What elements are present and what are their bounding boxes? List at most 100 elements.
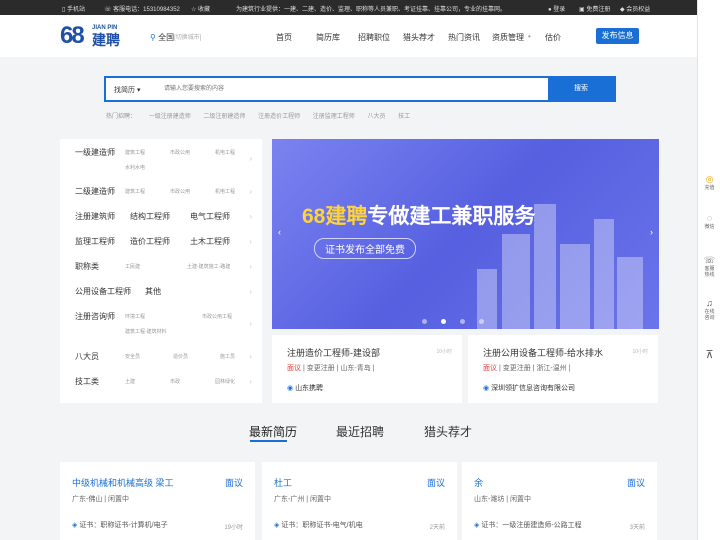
category-sub[interactable]: 建筑工程-建筑材料 — [125, 328, 167, 335]
hot-item[interactable]: 技工 — [398, 114, 410, 120]
job-card[interactable]: 注册造价工程师-建设部 10小时 面议 | 变更注册 | 山东-青岛 | ◉ 山… — [272, 335, 462, 403]
category-title[interactable]: 职称类 — [75, 261, 99, 272]
category-panel: 一级建造师 建筑工程 市政公用 机电工程 水利水电 › 二级建造师 建筑工程 市… — [60, 139, 262, 403]
chevron-right-icon: › — [249, 319, 252, 328]
resume-salary: 面议 — [224, 478, 243, 488]
hot-item[interactable]: 二级注册建造师 — [203, 114, 245, 120]
category-sub[interactable]: 机电工程 — [215, 188, 235, 195]
category-sub[interactable]: 安全员 — [125, 353, 140, 360]
promo-banner[interactable]: 68建聘专做建工兼职服务 证书发布全部免费 ‹ › — [272, 139, 659, 329]
category-civil[interactable]: 土木工程师 — [190, 236, 230, 247]
location-city: 全国 — [158, 33, 175, 42]
category-other[interactable]: 其他 — [145, 286, 161, 297]
resume-card[interactable]: 余 面议 山东-潍坊 | 闲置中 ◈ 证书：一级注册建造师-公路工程 3天前 — [462, 462, 657, 540]
category-consultant[interactable]: 注册咨询师 — [75, 311, 115, 322]
category-sub[interactable]: 施工员 — [220, 353, 235, 360]
banner-dot[interactable] — [422, 319, 427, 324]
nav-resume-library[interactable]: 简历库 — [316, 32, 340, 43]
category-sub[interactable]: 园林绿化 — [215, 378, 235, 385]
back-to-top-icon[interactable]: ⊼ — [698, 350, 720, 361]
job-card[interactable]: 注册公用设备工程师-给水排水 10小时 面议 | 变更注册 | 浙江-温州 | … — [468, 335, 658, 403]
banner-dot-active[interactable] — [441, 319, 446, 324]
side-online[interactable]: ♫ 在线咨询 — [698, 298, 720, 321]
side-wechat[interactable]: ◌ 微信 — [698, 213, 720, 230]
category-architect[interactable]: 注册建筑师 — [75, 211, 115, 222]
category-sub[interactable]: 市政公用工程 — [202, 313, 232, 320]
category-sub[interactable]: 建筑工程 — [125, 188, 145, 195]
login-link[interactable]: ● 登录 — [548, 4, 565, 13]
category-sub[interactable]: 土建 — [125, 378, 135, 385]
chevron-right-icon: › — [249, 262, 252, 271]
category-sub[interactable]: 建筑工程 — [125, 149, 145, 156]
job-company[interactable]: ◉ 山东携聘 — [287, 383, 323, 393]
hot-item[interactable]: 注册造价工程师 — [258, 114, 300, 120]
site-logo[interactable]: 68 JIAN PIN 建聘 — [60, 24, 134, 49]
nav-home[interactable]: 首页 — [276, 32, 292, 43]
tab-latest-resumes[interactable]: 最新简历 — [249, 423, 297, 440]
category-sub[interactable]: 土建-建筑施工-路建 — [187, 263, 230, 270]
building-graphic — [560, 244, 590, 329]
category-sub[interactable]: 造价员 — [173, 353, 188, 360]
category-structural[interactable]: 结构工程师 — [130, 211, 170, 222]
mobile-site-link[interactable]: ▯ 手机站 — [62, 4, 85, 13]
resume-title[interactable]: 杜工 — [274, 476, 292, 489]
nav-jobs[interactable]: 招聘职位 — [358, 32, 390, 43]
resume-card[interactable]: 杜工 面议 广东-广州 | 闲置中 ◈ 证书：职称证书-电气/机电 2天前 — [262, 462, 457, 540]
tab-recent-jobs[interactable]: 最近招聘 — [336, 423, 384, 440]
job-title[interactable]: 注册公用设备工程师-给水排水 — [483, 346, 603, 359]
register-link[interactable]: ▣ 免费注册 — [579, 4, 610, 13]
resume-salary: 面议 — [626, 478, 645, 488]
nav-valuation[interactable]: 估价 — [545, 32, 561, 43]
category-first-constructor[interactable]: 一级建造师 — [75, 147, 115, 158]
category-electrical[interactable]: 电气工程师 — [190, 211, 230, 222]
side-recharge[interactable]: ◎ 充值 — [698, 174, 720, 191]
category-technician[interactable]: 技工类 — [75, 376, 99, 387]
category-utility[interactable]: 公用设备工程师 — [75, 286, 131, 297]
category-sub[interactable]: 市政公用 — [170, 188, 190, 195]
nav-qualification[interactable]: 资质管理 — [492, 32, 524, 43]
search-button[interactable]: 搜索 — [548, 78, 614, 100]
chevron-right-icon: › — [249, 287, 252, 296]
banner-prev-icon[interactable]: ‹ — [278, 227, 281, 237]
category-sub[interactable]: 水利水电 — [125, 164, 145, 171]
hotline-text: ☏ 客服电话：15310984352 — [104, 7, 180, 13]
nav-headhunting[interactable]: 猎头荐才 — [403, 32, 435, 43]
tab-headhunting[interactable]: 猎头荐才 — [424, 423, 472, 440]
resume-title[interactable]: 余 — [474, 476, 483, 489]
hot-item[interactable]: 八大员 — [367, 114, 385, 120]
search-type-select[interactable]: 找简历 ▾ — [114, 85, 140, 95]
publish-button[interactable]: 发布信息 — [596, 28, 639, 44]
category-sub[interactable]: 工民建 — [125, 263, 140, 270]
nav-news[interactable]: 热门资讯 — [448, 32, 480, 43]
location-pin-icon: ⚲ — [150, 33, 156, 42]
hot-item[interactable]: 一级注册建造师 — [149, 114, 191, 120]
banner-next-icon[interactable]: › — [650, 227, 653, 237]
category-sub[interactable]: 环境工程 — [125, 313, 145, 320]
category-sub[interactable]: 市政公用 — [170, 149, 190, 156]
category-second-constructor[interactable]: 二级建造师 — [75, 186, 115, 197]
hot-item[interactable]: 注册监理工程师 — [313, 114, 355, 120]
category-cost[interactable]: 造价工程师 — [130, 236, 170, 247]
job-company[interactable]: ◉ 深圳领扩信息咨询有限公司 — [483, 383, 575, 393]
location-selector[interactable]: ⚲ 全国 [切换城市] — [150, 32, 201, 43]
category-sub[interactable]: 市政 — [170, 378, 180, 385]
banner-dot[interactable] — [479, 319, 484, 324]
search-input[interactable] — [164, 83, 544, 95]
banner-dot[interactable] — [460, 319, 465, 324]
slogan-text: 为建筑行业提供：一建、二建、造价、监理、职称等人员兼职、考证挂靠、挂靠公司，专业… — [236, 7, 507, 13]
category-supervisor[interactable]: 监理工程师 — [75, 236, 115, 247]
logo-cn: 建聘 — [92, 32, 120, 48]
resume-card[interactable]: 中级机械和机械高级 梁工 面议 广东-佛山 | 闲置中 ◈ 证书：职称证书-计算… — [60, 462, 255, 540]
side-hotline[interactable]: ☏ 客服热线 — [698, 255, 720, 278]
job-title[interactable]: 注册造价工程师-建设部 — [287, 346, 380, 359]
category-eight-staff[interactable]: 八大员 — [75, 351, 99, 362]
switch-city-link[interactable]: [切换城市] — [174, 32, 201, 41]
category-sub[interactable]: 机电工程 — [215, 149, 235, 156]
resume-meta: 广东-广州 | 闲置中 — [274, 496, 332, 503]
nav-divider: • — [528, 32, 531, 41]
company-icon: ◉ — [287, 385, 294, 392]
chevron-right-icon: › — [249, 352, 252, 361]
favorite-link[interactable]: ☆ 收藏 — [191, 4, 210, 13]
resume-title[interactable]: 中级机械和机械高级 梁工 — [72, 476, 174, 489]
member-link[interactable]: ◆ 会员权益 — [620, 4, 650, 13]
